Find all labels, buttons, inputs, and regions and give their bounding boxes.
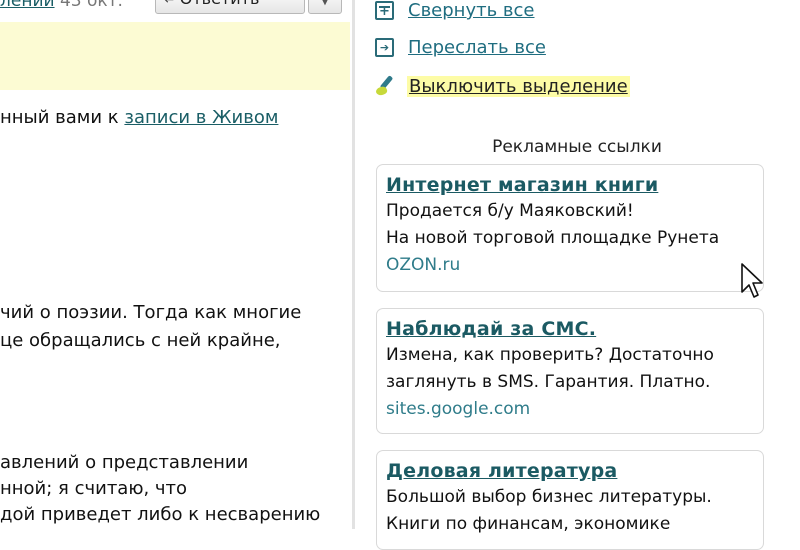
message-header: лении 43 окт.: [0, 0, 123, 11]
forward-all-icon: [375, 38, 394, 57]
ad-text: Большой выбор бизнес литературы.: [386, 487, 712, 507]
ad-card[interactable]: Интернет магазин книги Продается б/у Мая…: [376, 164, 764, 292]
journal-entry-link[interactable]: записи в Живом: [124, 107, 278, 128]
mouse-cursor-icon: [741, 263, 763, 298]
disable-highlight-link[interactable]: Выключить выделение: [407, 75, 630, 97]
ads-heading: Рекламные ссылки: [492, 137, 662, 157]
notice-banner: [0, 22, 350, 90]
collapse-all-icon: [375, 1, 394, 20]
ad-card[interactable]: Наблюдай за СМС. Измена, как проверить? …: [376, 308, 764, 434]
collapse-all-action[interactable]: Свернуть все: [375, 0, 535, 21]
ad-text: Продается б/у Маяковский!: [386, 201, 634, 221]
message-line: нный вами к записи в Живом: [0, 107, 278, 128]
ad-card[interactable]: Деловая литература Большой выбор бизнес …: [376, 450, 764, 550]
ad-text: заглянуть в SMS. Гарантия. Платно.: [386, 372, 711, 392]
ad-url[interactable]: OZON.ru: [386, 252, 763, 279]
ad-text: На новой торговой площадке Рунета: [386, 228, 720, 248]
message-line: це обращались с ней крайне,: [0, 330, 281, 351]
reply-options-button[interactable]: ▼: [308, 0, 342, 14]
message-line: нной; я считаю, что: [0, 478, 188, 499]
message-pane: лении 43 окт. ↩ Ответить ▼ нный вами к за…: [0, 0, 352, 529]
ad-url[interactable]: sites.google.com: [386, 396, 763, 423]
ad-text: Книги по финансам, экономике: [386, 514, 671, 534]
message-line: авлений о представлении: [0, 452, 249, 473]
message-text: нный вами к: [0, 107, 125, 128]
message-date: 43 окт.: [59, 0, 123, 11]
ad-title-link[interactable]: Наблюдай за СМС.: [386, 317, 763, 342]
collapse-all-link[interactable]: Свернуть все: [408, 0, 535, 21]
header-link[interactable]: лении: [0, 0, 55, 11]
reply-button[interactable]: ↩ Ответить: [155, 0, 305, 14]
reply-arrow-icon: ↩: [164, 0, 176, 8]
ad-text: Измена, как проверить? Достаточно: [386, 345, 714, 365]
reply-button-label: Ответить: [180, 0, 260, 8]
ad-title-link[interactable]: Деловая литература: [386, 459, 763, 484]
message-line: чий о поэзии. Тогда как многие: [0, 302, 302, 323]
highlighter-icon: [375, 75, 397, 97]
disable-highlight-action[interactable]: Выключить выделение: [375, 75, 630, 97]
message-line: дой приведет либо к несварению: [0, 504, 321, 525]
forward-all-action[interactable]: Переслать все: [375, 37, 546, 58]
ad-title-link[interactable]: Интернет магазин книги: [386, 173, 763, 198]
forward-all-link[interactable]: Переслать все: [408, 37, 546, 58]
sidebar: Свернуть все Переслать все Выключить выд…: [355, 0, 800, 550]
chevron-down-icon: ▼: [320, 0, 330, 7]
